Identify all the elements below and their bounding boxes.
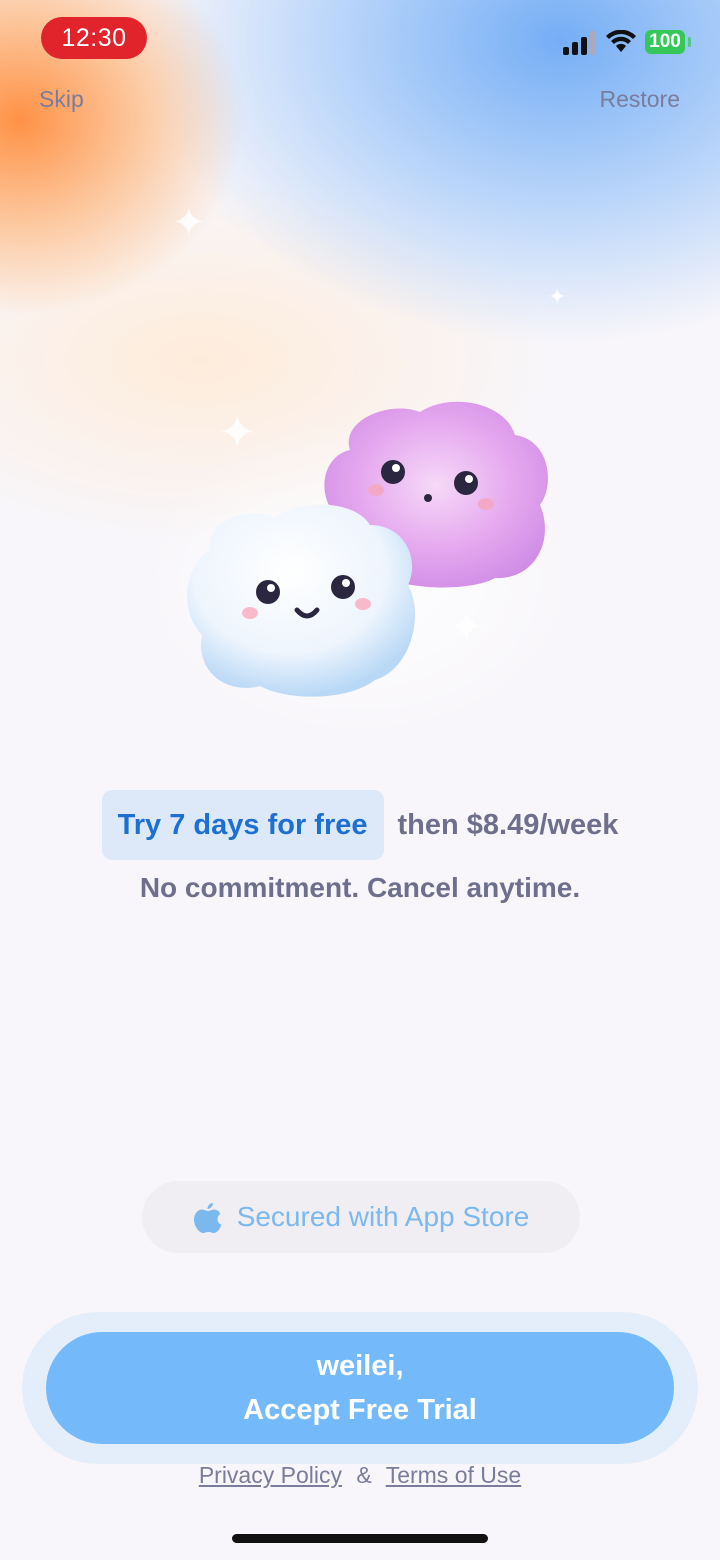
offer-row: Try 7 days for free then $8.49/week: [0, 790, 720, 860]
skip-button[interactable]: Skip: [39, 86, 84, 113]
legal-separator: &: [356, 1462, 372, 1488]
white-cloud-mascot: [187, 504, 416, 697]
status-time: 12:30: [41, 17, 147, 59]
sparkle-icon: ✦: [548, 284, 567, 309]
restore-button[interactable]: Restore: [599, 86, 680, 113]
apple-icon: [193, 1203, 222, 1233]
home-indicator[interactable]: [232, 1534, 488, 1543]
battery-tip: [688, 37, 691, 47]
sparkle-icon: ✦: [172, 201, 206, 245]
battery-icon: 100: [645, 30, 685, 54]
accept-free-trial-button[interactable]: weilei, Accept Free Trial: [46, 1332, 674, 1444]
wifi-icon: [606, 30, 636, 52]
offer-subtitle: No commitment. Cancel anytime.: [139, 872, 581, 903]
legal-links: Privacy Policy & Terms of Use: [0, 1462, 720, 1489]
terms-of-use-link[interactable]: Terms of Use: [386, 1462, 521, 1488]
secured-label: Secured with App Store: [236, 1201, 530, 1232]
secured-badge: Secured with App Store: [142, 1181, 580, 1253]
free-trial-badge: Try 7 days for free: [101, 790, 384, 860]
price-text: then $8.49/week: [397, 808, 619, 841]
status-bar: 12:30 100: [0, 0, 720, 80]
cloud-mascots-illustration: [150, 401, 580, 740]
cellular-signal-icon: [563, 31, 597, 55]
cta-line-action: Accept Free Trial: [243, 1394, 477, 1426]
privacy-policy-link[interactable]: Privacy Policy: [199, 1462, 342, 1488]
cta-line-name: weilei,: [316, 1350, 404, 1382]
